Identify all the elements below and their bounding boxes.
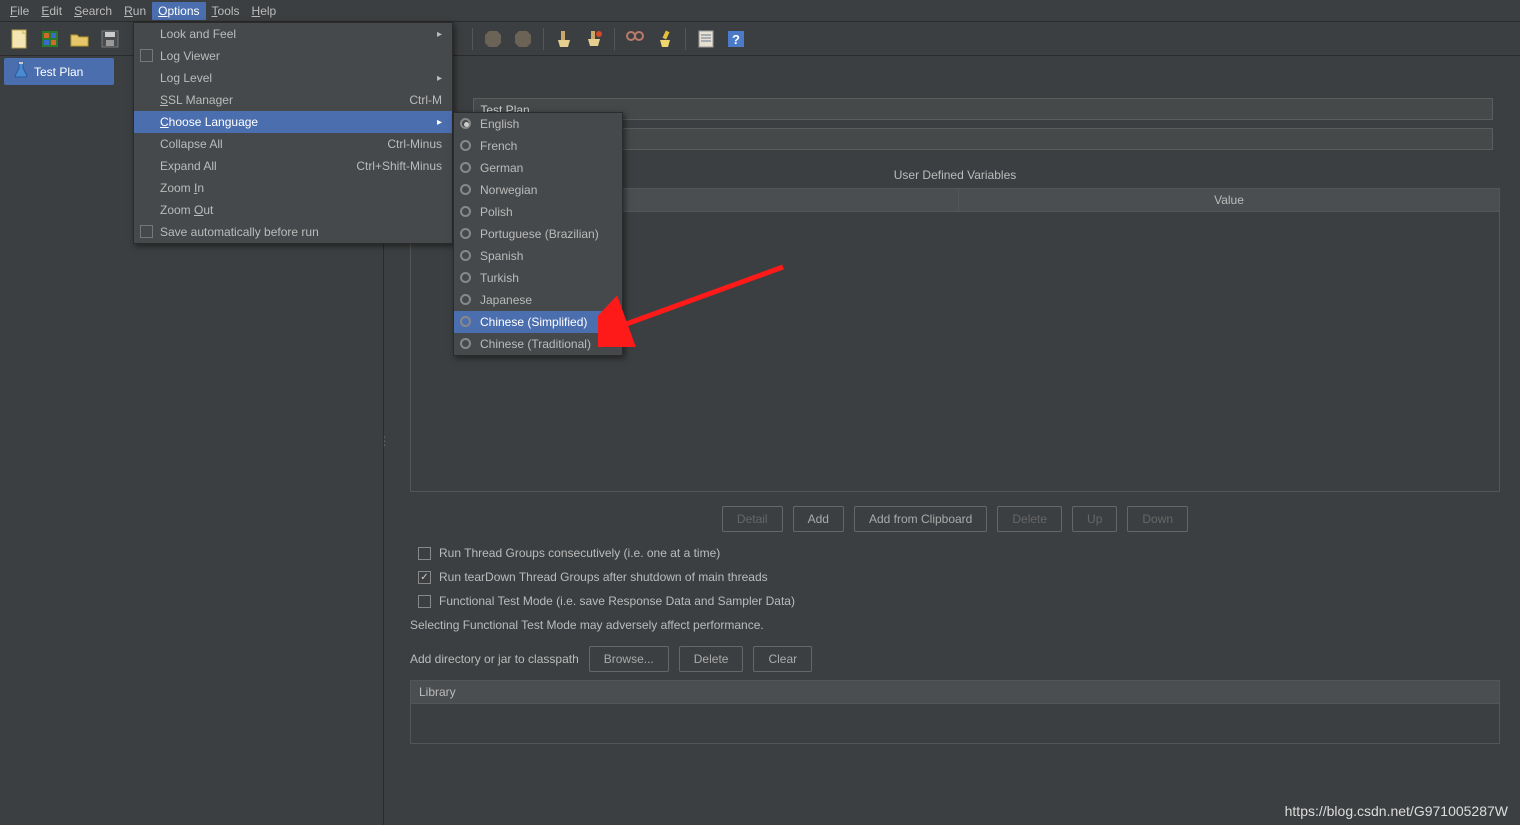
tree-row-test-plan[interactable]: Test Plan: [4, 58, 114, 85]
language-dropdown: English French German Norwegian Polish P…: [453, 112, 623, 356]
dd-zoom-in[interactable]: Zoom In: [134, 177, 452, 199]
dd-log-viewer[interactable]: Log Viewer: [134, 45, 452, 67]
menu-run[interactable]: Run: [118, 2, 152, 20]
menu-options[interactable]: Options: [152, 2, 205, 20]
watermark: https://blog.csdn.net/G971005287W: [1285, 803, 1508, 819]
lang-turkish[interactable]: Turkish: [454, 267, 622, 289]
lang-german[interactable]: German: [454, 157, 622, 179]
toolbar-separator: [685, 28, 686, 50]
cb-functional-label: Functional Test Mode (i.e. save Response…: [439, 594, 795, 608]
radio-icon: [460, 162, 471, 173]
up-button[interactable]: Up: [1072, 506, 1117, 532]
cb-consecutive-label: Run Thread Groups consecutively (i.e. on…: [439, 546, 720, 560]
options-dropdown: Look and Feel▸ Log Viewer Log Level▸ SSL…: [133, 22, 453, 244]
cb-teardown-label: Run tearDown Thread Groups after shutdow…: [439, 570, 768, 584]
dd-zoom-out[interactable]: Zoom Out: [134, 199, 452, 221]
dd-collapse-all[interactable]: Collapse AllCtrl-Minus: [134, 133, 452, 155]
cb-teardown-row[interactable]: Run tearDown Thread Groups after shutdow…: [410, 570, 1500, 584]
menu-tools[interactable]: Tools: [206, 2, 246, 20]
checkbox-icon: [140, 49, 153, 62]
lang-english[interactable]: English: [454, 113, 622, 135]
stop-icon[interactable]: [481, 27, 505, 51]
detail-button[interactable]: Detail: [722, 506, 783, 532]
checkbox-checked-icon: [418, 571, 431, 584]
classpath-label: Add directory or jar to classpath: [410, 652, 579, 666]
name-input[interactable]: Test Plan: [473, 98, 1493, 120]
library-header[interactable]: Library: [410, 680, 1500, 704]
lang-portuguese-br[interactable]: Portuguese (Brazilian): [454, 223, 622, 245]
radio-icon: [460, 272, 471, 283]
col-value[interactable]: Value: [959, 189, 1499, 211]
svg-text:?: ?: [732, 32, 740, 47]
functional-mode-note: Selecting Functional Test Mode may adver…: [410, 618, 1500, 632]
radio-icon: [460, 206, 471, 217]
menu-edit[interactable]: Edit: [35, 2, 68, 20]
help-icon[interactable]: ?: [724, 27, 748, 51]
checkbox-icon: [140, 225, 153, 238]
down-button[interactable]: Down: [1127, 506, 1188, 532]
lang-chinese-traditional[interactable]: Chinese (Traditional): [454, 333, 622, 355]
lang-japanese[interactable]: Japanese: [454, 289, 622, 311]
lang-polish[interactable]: Polish: [454, 201, 622, 223]
radio-icon: [460, 140, 471, 151]
radio-selected-icon: [460, 118, 471, 129]
clear-icon[interactable]: [552, 27, 576, 51]
menubar: File Edit Search Run Options Tools Help: [0, 0, 1520, 22]
radio-icon: [460, 338, 471, 349]
radio-icon: [460, 294, 471, 305]
dd-save-auto[interactable]: Save automatically before run: [134, 221, 452, 243]
lang-chinese-simplified[interactable]: Chinese (Simplified): [454, 311, 622, 333]
shutdown-icon[interactable]: [511, 27, 535, 51]
toolbar-separator: [543, 28, 544, 50]
toolbar-separator: [472, 28, 473, 50]
open-folder-icon[interactable]: [68, 27, 92, 51]
radio-icon: [460, 228, 471, 239]
checkbox-icon: [418, 547, 431, 560]
menu-help[interactable]: Help: [246, 2, 283, 20]
radio-icon: [460, 316, 471, 327]
classpath-delete-button[interactable]: Delete: [679, 646, 744, 672]
add-from-clipboard-button[interactable]: Add from Clipboard: [854, 506, 987, 532]
tree-root-label: Test Plan: [34, 65, 83, 79]
lang-norwegian[interactable]: Norwegian: [454, 179, 622, 201]
cb-functional-row[interactable]: Functional Test Mode (i.e. save Response…: [410, 594, 1500, 608]
radio-icon: [460, 250, 471, 261]
new-file-icon[interactable]: [8, 27, 32, 51]
dd-ssl-manager[interactable]: SSL ManagerCtrl-M: [134, 89, 452, 111]
checkbox-icon: [418, 595, 431, 608]
radio-icon: [460, 184, 471, 195]
delete-button[interactable]: Delete: [997, 506, 1062, 532]
dd-choose-language[interactable]: Choose Language▸: [134, 111, 452, 133]
dd-log-level[interactable]: Log Level▸: [134, 67, 452, 89]
browse-button[interactable]: Browse...: [589, 646, 669, 672]
dd-look-and-feel[interactable]: Look and Feel▸: [134, 23, 452, 45]
dd-expand-all[interactable]: Expand AllCtrl+Shift-Minus: [134, 155, 452, 177]
reset-search-icon[interactable]: [653, 27, 677, 51]
templates-icon[interactable]: [38, 27, 62, 51]
lang-french[interactable]: French: [454, 135, 622, 157]
cb-consecutive-row[interactable]: Run Thread Groups consecutively (i.e. on…: [410, 546, 1500, 560]
search-tree-icon[interactable]: [623, 27, 647, 51]
classpath-row: Add directory or jar to classpath Browse…: [410, 646, 1500, 672]
add-button[interactable]: Add: [793, 506, 844, 532]
clear-button[interactable]: Clear: [753, 646, 812, 672]
save-icon[interactable]: [98, 27, 122, 51]
toolbar-separator: [614, 28, 615, 50]
menu-search[interactable]: Search: [68, 2, 118, 20]
menu-file-rest: ile: [17, 4, 29, 18]
library-table-body[interactable]: [410, 704, 1500, 744]
comments-input[interactable]: [483, 128, 1493, 150]
flask-icon: [14, 62, 28, 81]
lang-spanish[interactable]: Spanish: [454, 245, 622, 267]
clear-all-icon[interactable]: [582, 27, 606, 51]
function-helper-icon[interactable]: [694, 27, 718, 51]
vars-button-row: Detail Add Add from Clipboard Delete Up …: [410, 506, 1500, 532]
menu-file[interactable]: File: [4, 2, 35, 20]
